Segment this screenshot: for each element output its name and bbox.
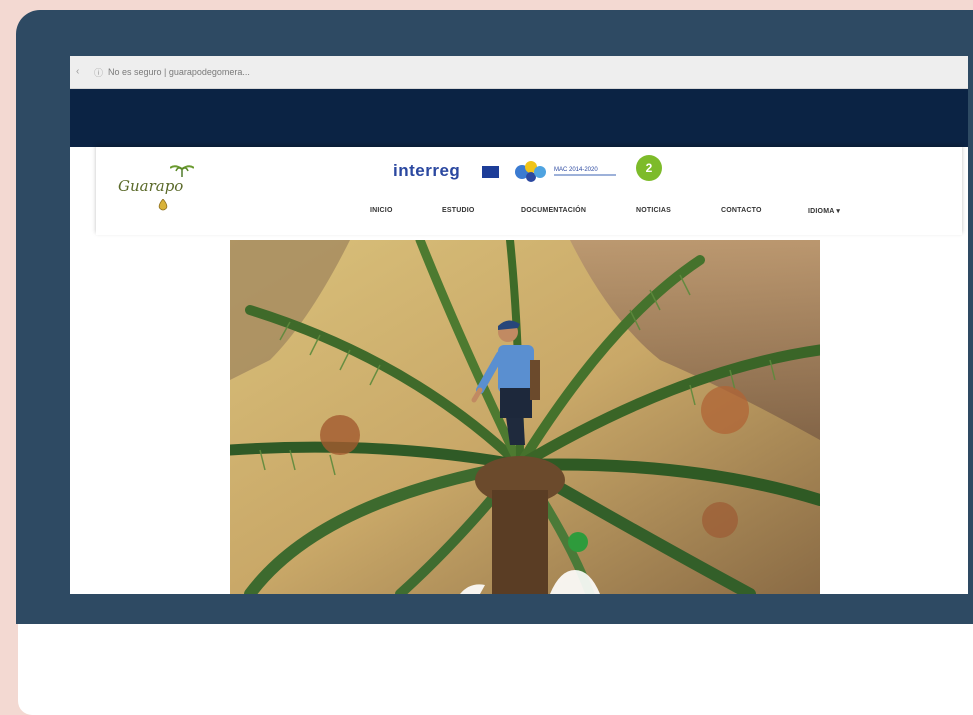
interreg-logo: interreg <box>393 161 461 180</box>
slide-frame: ‹ ⓘ No es seguro | guarapodegomera... Gu… <box>16 10 973 624</box>
nav-inicio[interactable]: INICIO <box>370 207 393 214</box>
mac-logo: MAC 2014-2020 <box>515 161 616 182</box>
eu-flag-icon <box>482 166 499 178</box>
url-text[interactable]: No es seguro | guarapodegomera... <box>108 67 250 77</box>
site-header: Guarapo interreg MAC 2014-2020 2 INICIO … <box>96 147 962 235</box>
back-icon[interactable]: ‹ <box>76 66 79 77</box>
nav-documentacion[interactable]: DOCUMENTACIÓN <box>521 207 586 214</box>
nav-idioma[interactable]: IDIOMA ▾ <box>808 207 840 215</box>
nav-noticias[interactable]: NOTICIAS <box>636 207 671 214</box>
logo-text: Guarapo <box>118 177 184 195</box>
hero-image <box>230 240 820 594</box>
browser-window: ‹ ⓘ No es seguro | guarapodegomera... Gu… <box>70 56 968 594</box>
palm-icon <box>170 165 194 177</box>
green-badge: 2 <box>636 155 662 181</box>
main-nav: INICIO ESTUDIO DOCUMENTACIÓN NOTICIAS CO… <box>96 207 962 221</box>
white-strip <box>18 624 973 715</box>
info-icon: ⓘ <box>94 68 104 78</box>
nav-contacto[interactable]: CONTACTO <box>721 207 762 214</box>
address-bar[interactable]: ‹ ⓘ No es seguro | guarapodegomera... <box>70 56 968 89</box>
palm-climber-photo <box>230 240 820 594</box>
nav-estudio[interactable]: ESTUDIO <box>442 207 475 214</box>
top-banner <box>70 89 968 147</box>
mac-logo-text: MAC 2014-2020 <box>554 167 598 173</box>
